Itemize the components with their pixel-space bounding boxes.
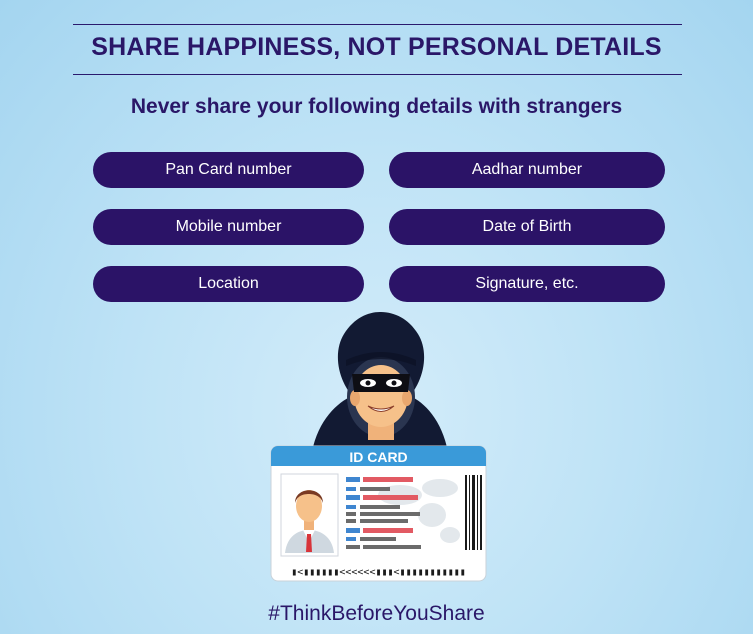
id-card-label: ID CARD — [349, 449, 407, 465]
person-photo-icon — [280, 473, 339, 557]
hooded-thief-icon — [312, 312, 448, 452]
poster: SHARE HAPPINESS, NOT PERSONAL DETAILS Ne… — [0, 0, 753, 634]
illustration: ID CARD ▮<▮▮▮▮▮▮<<<<<<▮▮▮<▮▮▮▮▮▮▮▮▮▮▮ — [270, 312, 487, 582]
hashtag: #ThinkBeforeYouShare — [268, 602, 485, 625]
id-card-icon: ID CARD ▮<▮▮▮▮▮▮<<<<<<▮▮▮<▮▮▮▮▮▮▮▮▮▮▮ — [270, 445, 487, 582]
id-card-mrz: ▮<▮▮▮▮▮▮<<<<<<▮▮▮<▮▮▮▮▮▮▮▮▮▮▮ — [291, 567, 466, 578]
